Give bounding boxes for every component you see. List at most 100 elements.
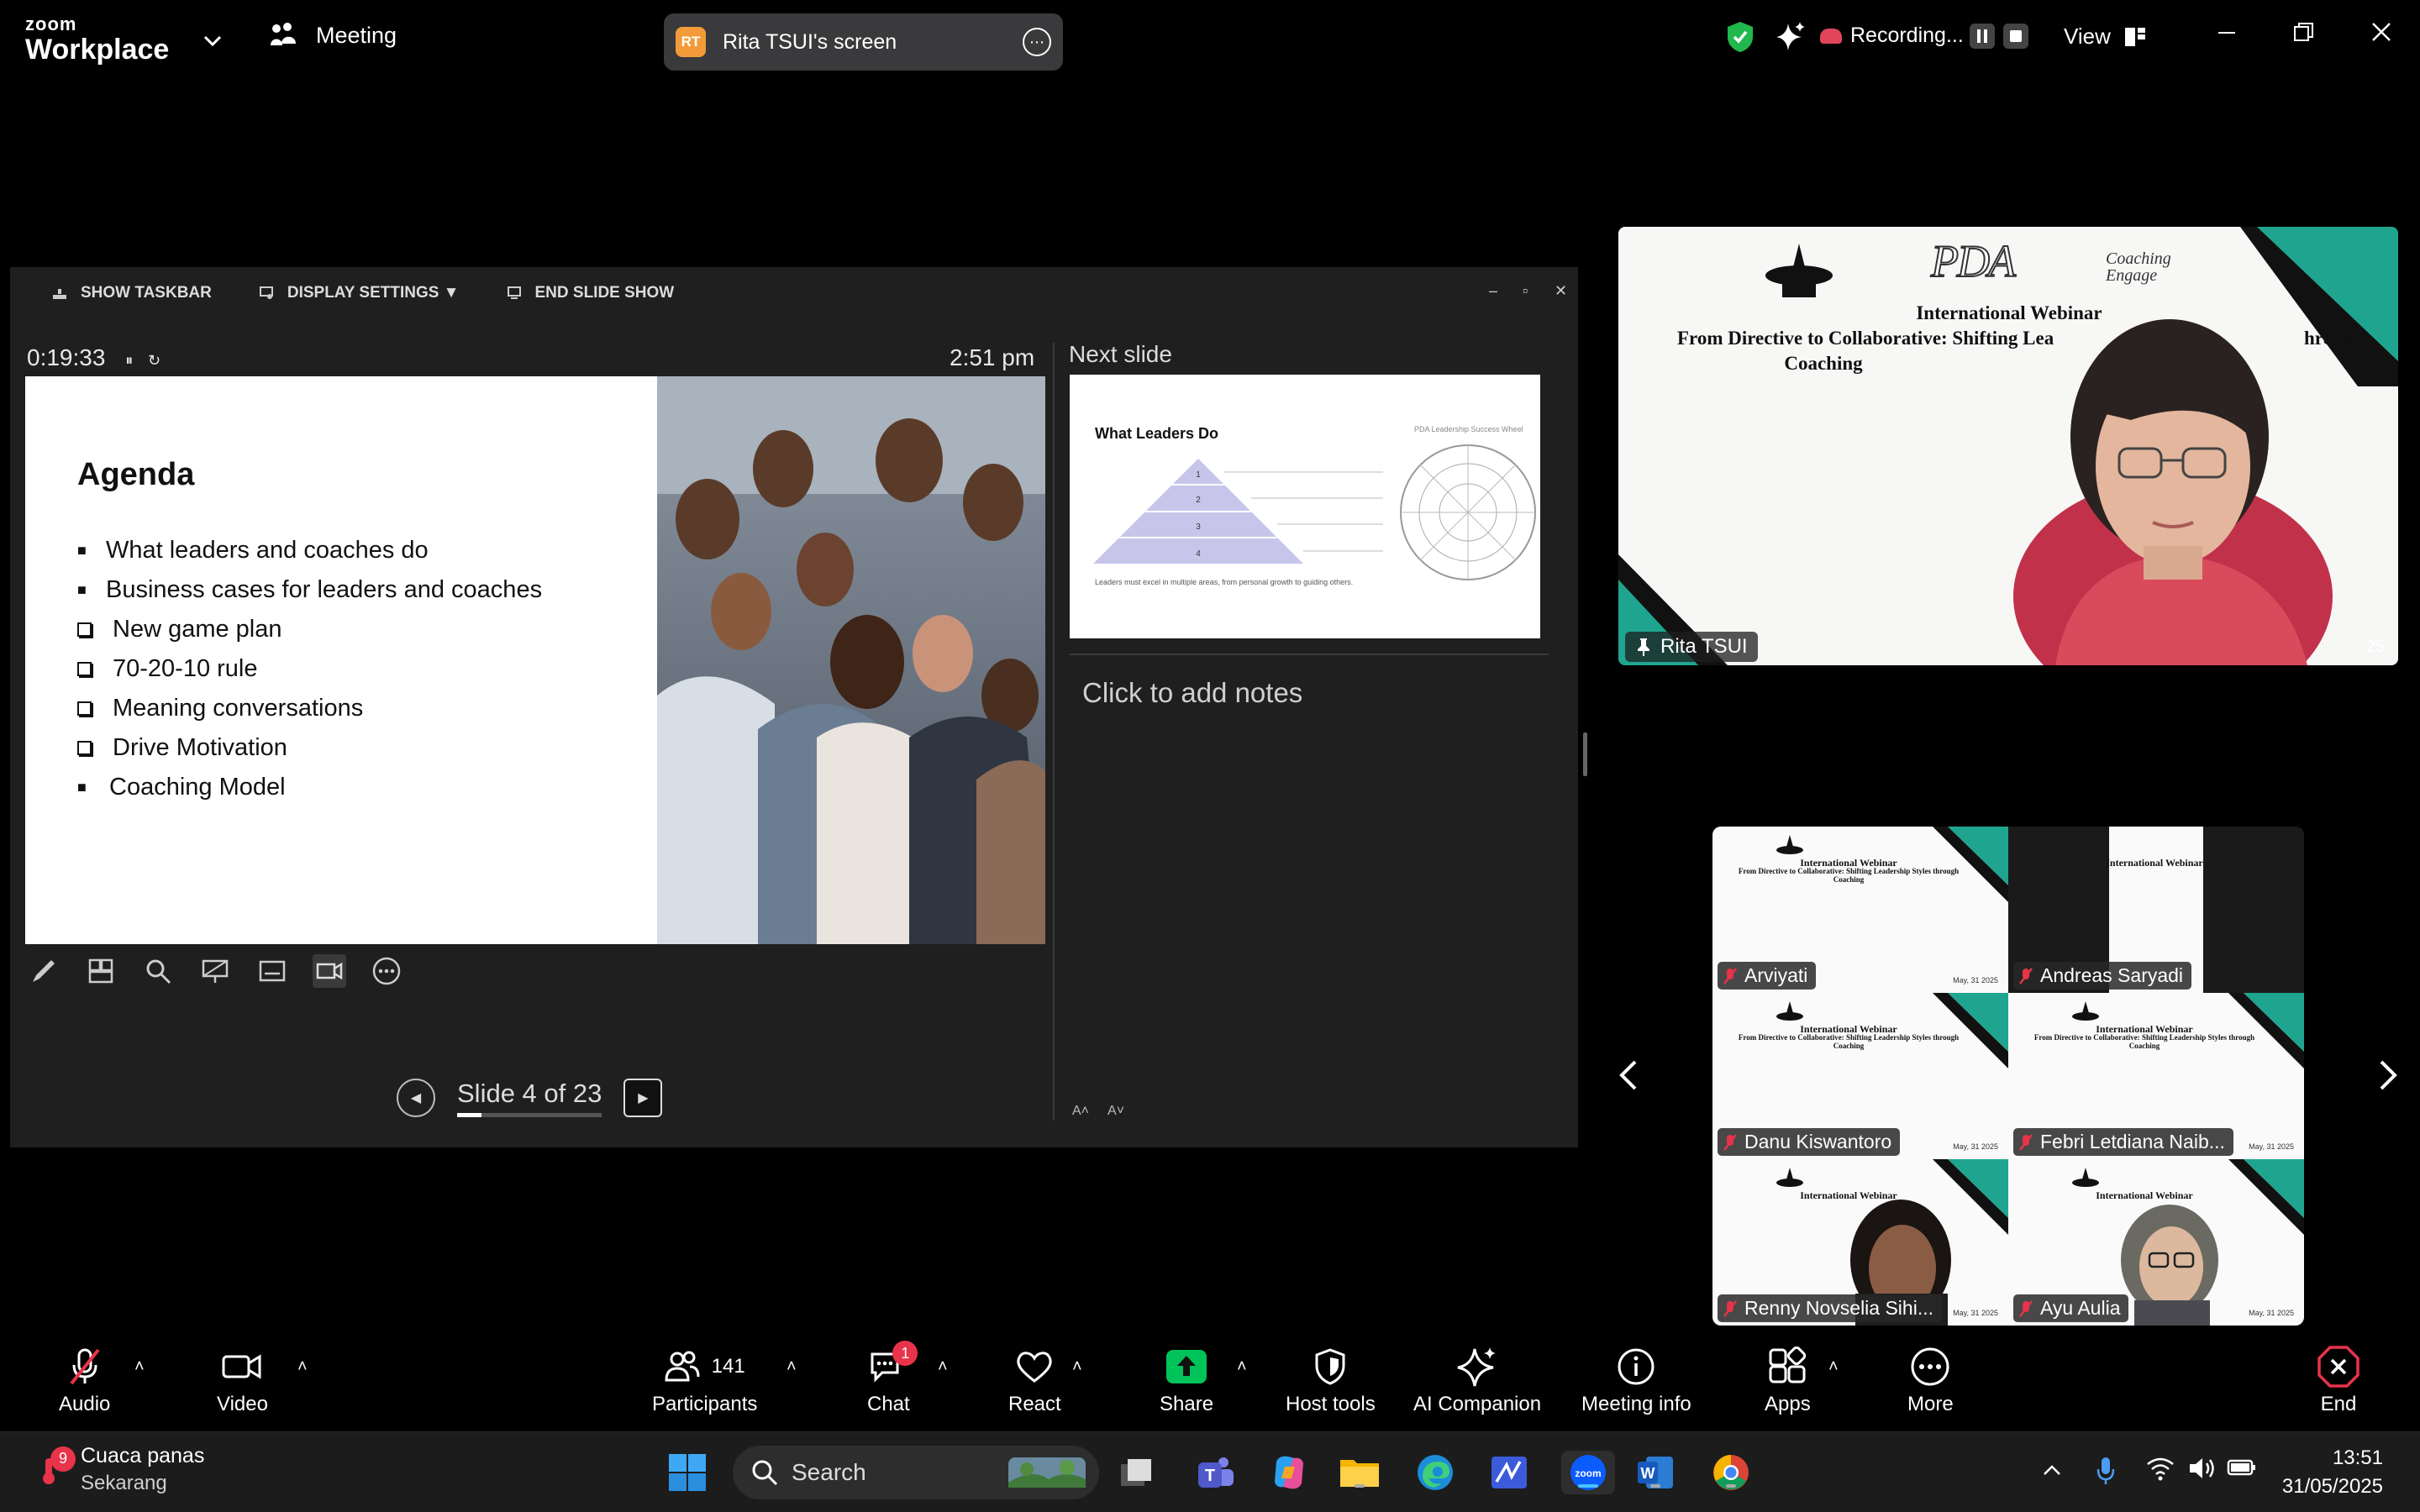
react-button[interactable]: React [1008, 1346, 1061, 1416]
share-options-caret-icon[interactable]: ˄ [1237, 1357, 1247, 1377]
next-slide-button[interactable]: ▶ [623, 1079, 663, 1117]
meeting-info-button[interactable]: Meeting info [1581, 1346, 1691, 1416]
battery-icon[interactable] [2227, 1456, 2257, 1485]
meeting-info-label: Meeting info [1581, 1393, 1691, 1415]
start-button[interactable] [666, 1451, 709, 1494]
current-slide[interactable]: Agenda ■ What leaders and coaches do ■ Bus… [25, 376, 1045, 944]
file-explorer-app[interactable] [1338, 1451, 1381, 1494]
zoom-magnifier-icon[interactable] [141, 954, 175, 988]
slide-counter[interactable]: Slide 4 of 23 [457, 1079, 602, 1117]
apps-button[interactable]: Apps [1765, 1346, 1811, 1416]
pause-recording-button[interactable] [1970, 24, 1995, 49]
participants-options-caret-icon[interactable]: ˄ [786, 1357, 797, 1377]
muted-microphone-icon [70, 1348, 100, 1385]
coaching-engage-logo: Coaching Engage [2106, 249, 2171, 285]
show-taskbar-label: SHOW TASKBAR [81, 284, 212, 302]
participant-tile[interactable]: International Webinar Andreas Saryadi [2008, 827, 2304, 993]
weather-widget[interactable]: 9 Cuaca panas Sekarang [34, 1444, 204, 1495]
display-settings-button[interactable]: DISPLAY SETTINGS ▼ [259, 284, 460, 302]
next-slide-preview[interactable]: What Leaders Do PDA Leadership Success W… [1070, 375, 1540, 638]
notes-area[interactable]: Click to add notes [1082, 677, 1302, 709]
speaker-video[interactable]: PDA Coaching Engage International Webina… [1618, 227, 2398, 665]
presenter-restore-icon[interactable]: ▫ [1523, 282, 1528, 300]
restore-icon[interactable] [2287, 18, 2321, 50]
teams-app[interactable]: T [1193, 1451, 1237, 1494]
muted-mic-icon [1723, 1299, 1737, 1317]
university-logo [1765, 244, 1833, 297]
video-button[interactable]: Video [217, 1346, 268, 1416]
clock-date[interactable]: 13:51 31/05/2025 [2282, 1444, 2383, 1501]
list-item: New game plan [77, 610, 542, 649]
svg-text:1: 1 [1196, 470, 1201, 480]
audio-button[interactable]: Audio [59, 1346, 110, 1416]
end-label: End [2320, 1393, 2357, 1415]
word-app[interactable]: W [1634, 1451, 1677, 1494]
notes-divider[interactable] [1053, 343, 1055, 1121]
ai-companion-button[interactable]: AI Companion [1413, 1346, 1541, 1416]
muted-mic-icon [1723, 967, 1737, 984]
teams-icon: T [1198, 1457, 1234, 1488]
participant-tile[interactable]: International Webinar From Directive to … [1712, 993, 2008, 1159]
audio-options-caret-icon[interactable]: ˄ [134, 1357, 145, 1377]
microphone-tray-icon[interactable] [2096, 1456, 2116, 1492]
view-button[interactable]: View [2064, 24, 2146, 50]
whiteboard-app[interactable] [1487, 1451, 1531, 1494]
show-hidden-icons[interactable] [2042, 1456, 2062, 1483]
video-options-caret-icon[interactable]: ˄ [297, 1357, 308, 1377]
split-resize-handle[interactable] [1583, 732, 1587, 776]
share-button[interactable]: Share [1160, 1346, 1213, 1416]
chat-options-caret-icon[interactable]: ˄ [938, 1357, 948, 1377]
participant-tile[interactable]: International Webinar From Directive to … [2008, 993, 2304, 1159]
taskbar-search[interactable]: Search [733, 1446, 1099, 1499]
more-options-icon[interactable]: ⋯ [1023, 28, 1051, 56]
subtitles-icon[interactable] [255, 954, 289, 988]
zoom-app[interactable]: zoom [1561, 1451, 1615, 1494]
increase-font-icon[interactable]: A˄ [1072, 1104, 1089, 1119]
pen-icon[interactable] [27, 954, 60, 988]
webinar-background [1618, 227, 2398, 665]
more-options-icon[interactable] [370, 954, 403, 988]
task-view-app[interactable] [1114, 1451, 1158, 1494]
participants-icon [665, 1351, 700, 1382]
show-taskbar-button[interactable]: SHOW TASKBAR [52, 284, 212, 302]
volume-icon[interactable] [2188, 1456, 2217, 1487]
decrease-font-icon[interactable]: A˅ [1107, 1104, 1124, 1119]
recording-status[interactable]: Recording... [1820, 24, 1964, 48]
host-tools-button[interactable]: Host tools [1286, 1346, 1376, 1416]
participant-tile[interactable]: International Webinar May, 31 2025 Renny… [1712, 1159, 2008, 1326]
gallery-next-icon[interactable] [2378, 1058, 2400, 1100]
end-slide-show-button[interactable]: END SLIDE SHOW [507, 284, 674, 302]
presenter-minimize-icon[interactable]: – [1489, 282, 1497, 300]
wifi-icon[interactable] [2146, 1456, 2175, 1487]
end-meeting-button[interactable]: End [2317, 1346, 2360, 1416]
meeting-menu-button[interactable]: Meeting [269, 22, 397, 49]
host-tools-label: Host tools [1286, 1393, 1376, 1415]
react-options-caret-icon[interactable]: ˄ [1072, 1357, 1082, 1377]
black-screen-icon[interactable] [198, 954, 232, 988]
presenter-close-icon[interactable]: ✕ [1555, 282, 1567, 300]
more-button[interactable]: More [1907, 1346, 1954, 1416]
participant-tile[interactable]: International Webinar May, 31 2025 Ayu A… [2008, 1159, 2304, 1326]
gallery-previous-icon[interactable] [1617, 1058, 1639, 1100]
chrome-app[interactable] [1709, 1451, 1753, 1494]
svg-text:4: 4 [1196, 549, 1201, 559]
reset-timer-icon[interactable]: ↻ [148, 352, 160, 369]
see-all-slides-icon[interactable] [84, 954, 118, 988]
screen-share-indicator[interactable]: RT Rita TSUI's screen ⋯ [664, 13, 1063, 71]
camera-toggle-icon[interactable] [313, 954, 346, 988]
pyramid-diagram: 1 2 3 4 [1093, 459, 1383, 564]
ai-sparkle-icon[interactable] [1775, 20, 1807, 61]
pause-timer-icon[interactable]: ⏸ [125, 352, 133, 369]
chevron-down-icon[interactable] [203, 27, 222, 53]
stop-recording-button[interactable] [2003, 24, 2028, 49]
participants-button[interactable]: 141 Participants [652, 1346, 757, 1416]
minimize-icon[interactable] [2210, 18, 2244, 50]
participant-tile[interactable]: International Webinar From Directive to … [1712, 827, 2008, 993]
chat-button[interactable]: 1 Chat [867, 1341, 918, 1416]
copilot-app[interactable] [1267, 1451, 1311, 1494]
apps-options-caret-icon[interactable]: ˄ [1828, 1357, 1839, 1377]
edge-app[interactable] [1413, 1451, 1457, 1494]
close-icon[interactable] [2365, 18, 2398, 50]
previous-slide-button[interactable]: ◀ [397, 1079, 435, 1117]
encryption-shield-icon[interactable] [1726, 20, 1754, 58]
